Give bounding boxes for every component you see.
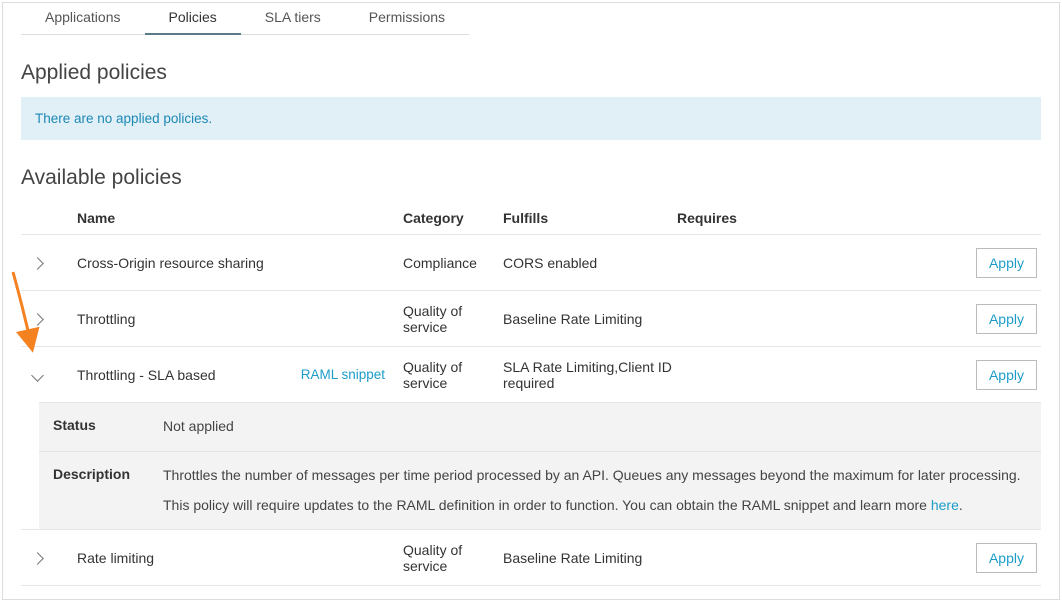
header-category: Category [403,210,503,226]
applied-title: Applied policies [21,61,1041,85]
policy-name: Throttling - SLA based [77,367,216,383]
policy-category: Compliance [403,255,503,271]
applied-section: Applied policies There are no applied po… [3,35,1059,140]
policy-name: Rate limiting [77,550,154,566]
policy-row: Rate limiting - SLA based RAML snippet Q… [21,585,1041,600]
policy-row: Throttling - SLA based RAML snippet Qual… [21,346,1041,402]
policy-fulfills: Baseline Rate Limiting [503,311,677,327]
table-header: Name Category Fulfills Requires [21,202,1041,234]
header-requires: Requires [677,210,963,226]
page-container: Applications Policies SLA tiers Permissi… [2,2,1060,600]
policy-row: Throttling Quality of service Baseline R… [21,290,1041,346]
details-description-value: Throttles the number of messages per tim… [163,464,1041,518]
details-desc-line1: Throttles the number of messages per tim… [163,464,1025,488]
policy-category: Quality of service [403,303,503,335]
header-name: Name [77,210,403,226]
available-title: Available policies [21,166,1041,190]
policy-fulfills: CORS enabled [503,255,677,271]
raml-snippet-link[interactable]: RAML snippet [301,367,385,382]
chevron-right-icon[interactable] [31,257,44,270]
policy-row: Cross-Origin resource sharing Compliance… [21,234,1041,290]
policy-details: Status Not applied Description Throttles… [39,402,1041,529]
details-desc-line2a: This policy will require updates to the … [163,497,931,513]
policy-category: Quality of service [403,542,503,574]
applied-empty-banner: There are no applied policies. [21,97,1041,140]
details-desc-line2b: . [959,497,963,513]
policy-row: Rate limiting Quality of service Baselin… [21,529,1041,585]
details-here-link[interactable]: here [931,497,959,513]
policy-fulfills: SLA Rate Limiting,Client ID required [503,598,677,600]
chevron-down-icon[interactable] [31,369,44,382]
policy-category: Quality of service [403,359,503,391]
apply-button[interactable]: Apply [976,543,1037,573]
policy-fulfills: Baseline Rate Limiting [503,550,677,566]
details-description-label: Description [39,464,163,518]
policy-name: Throttling [77,311,135,327]
tab-permissions[interactable]: Permissions [345,3,469,35]
tab-sla-tiers[interactable]: SLA tiers [241,3,345,35]
policy-category: Quality of service [403,598,503,600]
header-fulfills: Fulfills [503,210,677,226]
apply-button[interactable]: Apply [976,248,1037,278]
apply-button[interactable]: Apply [976,599,1037,600]
available-section: Available policies Name Category Fulfill… [3,148,1059,600]
apply-button[interactable]: Apply [976,360,1037,390]
policy-fulfills: SLA Rate Limiting,Client ID required [503,359,677,391]
tab-policies[interactable]: Policies [145,3,241,35]
apply-button[interactable]: Apply [976,304,1037,334]
tabs-bar: Applications Policies SLA tiers Permissi… [3,3,1059,35]
details-status-label: Status [39,415,163,439]
details-status-value: Not applied [163,415,1041,439]
chevron-right-icon[interactable] [31,313,44,326]
tab-applications[interactable]: Applications [21,3,145,35]
policy-name: Cross-Origin resource sharing [77,255,264,271]
chevron-right-icon[interactable] [31,552,44,565]
